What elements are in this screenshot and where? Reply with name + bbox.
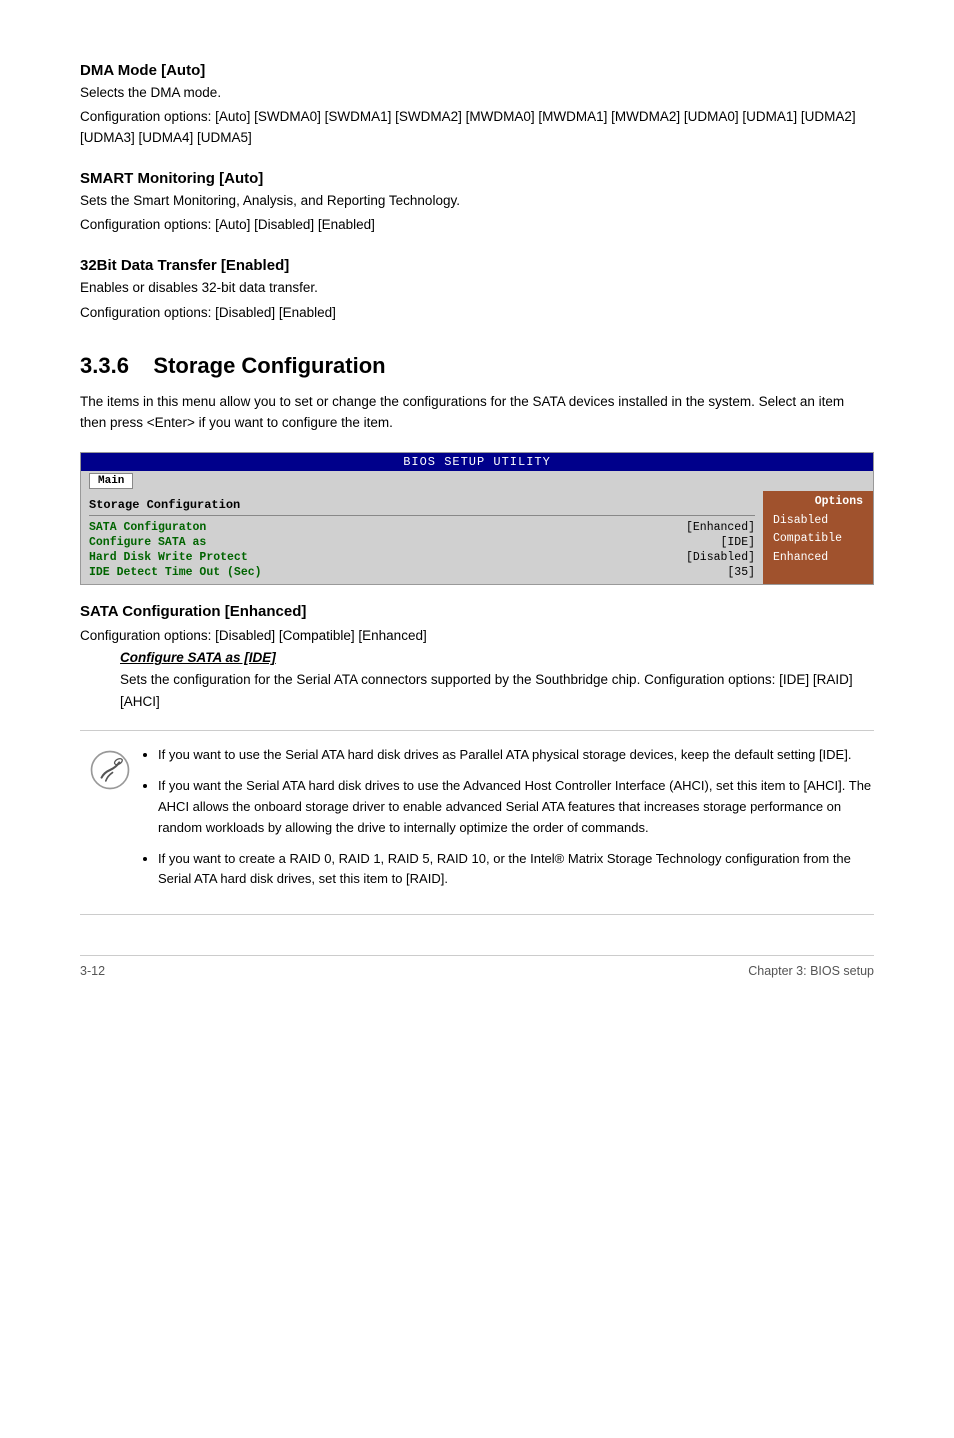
bios-utility-box: BIOS SETUP UTILITY Main Storage Configur… <box>80 452 874 585</box>
note-icon <box>89 749 131 791</box>
chapter-heading: 3.3.6 Storage Configuration <box>80 353 874 379</box>
bios-value-0: [Enhanced] <box>686 521 755 534</box>
32bit-transfer-heading: 32Bit Data Transfer [Enabled] <box>80 257 874 274</box>
note-text-0: If you want to use the Serial ATA hard d… <box>158 747 851 762</box>
bios-label-3: IDE Detect Time Out (Sec) <box>89 566 719 579</box>
bios-option-1: Compatible <box>773 530 863 548</box>
bios-row-3: IDE Detect Time Out (Sec) [35] <box>89 565 755 580</box>
bios-option-0: Disabled <box>773 512 863 530</box>
note-box: If you want to use the Serial ATA hard d… <box>80 730 874 915</box>
32bit-transfer-text-2: Configuration options: [Disabled] [Enabl… <box>80 303 874 323</box>
note-text-2: If you want to create a RAID 0, RAID 1, … <box>158 851 851 887</box>
sata-config-section: SATA Configuration [Enhanced] Configurat… <box>80 603 874 712</box>
bios-row-1: Configure SATA as [IDE] <box>89 535 755 550</box>
bios-section-title: Storage Configuration <box>89 495 755 516</box>
smart-monitoring-text-1: Sets the Smart Monitoring, Analysis, and… <box>80 191 874 211</box>
bios-body: Storage Configuration SATA Configuraton … <box>81 491 873 584</box>
dma-mode-text-1: Selects the DMA mode. <box>80 83 874 103</box>
note-item-2: If you want to create a RAID 0, RAID 1, … <box>158 849 874 891</box>
bios-value-3: [35] <box>727 566 755 579</box>
note-item-0: If you want to use the Serial ATA hard d… <box>158 745 874 766</box>
note-bullets-list: If you want to use the Serial ATA hard d… <box>140 745 874 900</box>
chapter-title: Storage Configuration <box>153 353 385 378</box>
bios-title-bar: BIOS SETUP UTILITY <box>81 453 873 471</box>
sata-config-options: Configuration options: [Disabled] [Compa… <box>80 626 874 646</box>
storage-config-chapter: 3.3.6 Storage Configuration The items in… <box>80 353 874 434</box>
smart-monitoring-section: SMART Monitoring [Auto] Sets the Smart M… <box>80 170 874 236</box>
chapter-intro: The items in this menu allow you to set … <box>80 391 874 434</box>
bios-main-panel: Storage Configuration SATA Configuraton … <box>81 491 763 584</box>
bios-row-0: SATA Configuraton [Enhanced] <box>89 520 755 535</box>
sata-configure-sub-heading: Configure SATA as [IDE] <box>120 650 874 665</box>
smart-monitoring-text-2: Configuration options: [Auto] [Disabled]… <box>80 215 874 235</box>
bios-option-2: Enhanced <box>773 549 863 567</box>
dma-mode-section: DMA Mode [Auto] Selects the DMA mode. Co… <box>80 62 874 148</box>
32bit-transfer-text-1: Enables or disables 32-bit data transfer… <box>80 278 874 298</box>
sata-configure-sub-text: Sets the configuration for the Serial AT… <box>120 669 874 712</box>
dma-mode-text-2: Configuration options: [Auto] [SWDMA0] [… <box>80 107 874 148</box>
bios-options-title: Options <box>773 495 863 508</box>
smart-monitoring-heading: SMART Monitoring [Auto] <box>80 170 874 187</box>
bios-options-panel: Options Disabled Compatible Enhanced <box>763 491 873 584</box>
bios-value-2: [Disabled] <box>686 551 755 564</box>
note-text-1: If you want the Serial ATA hard disk dri… <box>158 778 871 835</box>
bios-label-1: Configure SATA as <box>89 536 712 549</box>
32bit-transfer-section: 32Bit Data Transfer [Enabled] Enables or… <box>80 257 874 323</box>
sata-config-heading: SATA Configuration [Enhanced] <box>80 603 874 620</box>
bios-nav-bar: Main <box>81 471 873 491</box>
footer-page-number: 3-12 <box>80 964 105 978</box>
bios-value-1: [IDE] <box>720 536 755 549</box>
bios-label-0: SATA Configuraton <box>89 521 678 534</box>
footer: 3-12 Chapter 3: BIOS setup <box>80 955 874 978</box>
chapter-number: 3.3.6 <box>80 353 129 378</box>
footer-chapter: Chapter 3: BIOS setup <box>748 964 874 978</box>
note-icon-area <box>80 745 140 900</box>
note-item-1: If you want the Serial ATA hard disk dri… <box>158 776 874 838</box>
bios-row-2: Hard Disk Write Protect [Disabled] <box>89 550 755 565</box>
bios-label-2: Hard Disk Write Protect <box>89 551 678 564</box>
dma-mode-heading: DMA Mode [Auto] <box>80 62 874 79</box>
bios-nav-main[interactable]: Main <box>89 473 133 489</box>
